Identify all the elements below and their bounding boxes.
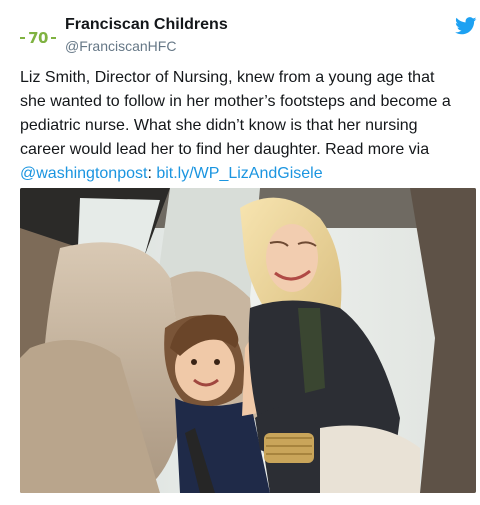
twitter-bird-icon[interactable] <box>455 17 477 35</box>
tweet-card: 70 Franciscan Childrens @FranciscanHFC L… <box>0 0 480 505</box>
avatar-logo-text: 70 <box>28 29 48 47</box>
photo-illustration <box>20 188 476 493</box>
display-name[interactable]: Franciscan Childrens <box>65 16 228 34</box>
link-separator: : <box>147 165 157 182</box>
avatar-dash-left <box>20 37 25 39</box>
tweet-body: Liz Smith, Director of Nursing, knew fro… <box>20 69 451 158</box>
tweet-text: Liz Smith, Director of Nursing, knew fro… <box>20 66 460 186</box>
user-handle[interactable]: @FranciscanHFC <box>65 38 176 54</box>
mention-link[interactable]: @washingtonpost <box>20 165 147 182</box>
tweet-photo[interactable] <box>20 188 476 493</box>
avatar-dash-right <box>51 37 56 39</box>
article-link[interactable]: bit.ly/WP_LizAndGisele <box>156 165 322 182</box>
avatar[interactable]: 70 <box>19 19 57 57</box>
